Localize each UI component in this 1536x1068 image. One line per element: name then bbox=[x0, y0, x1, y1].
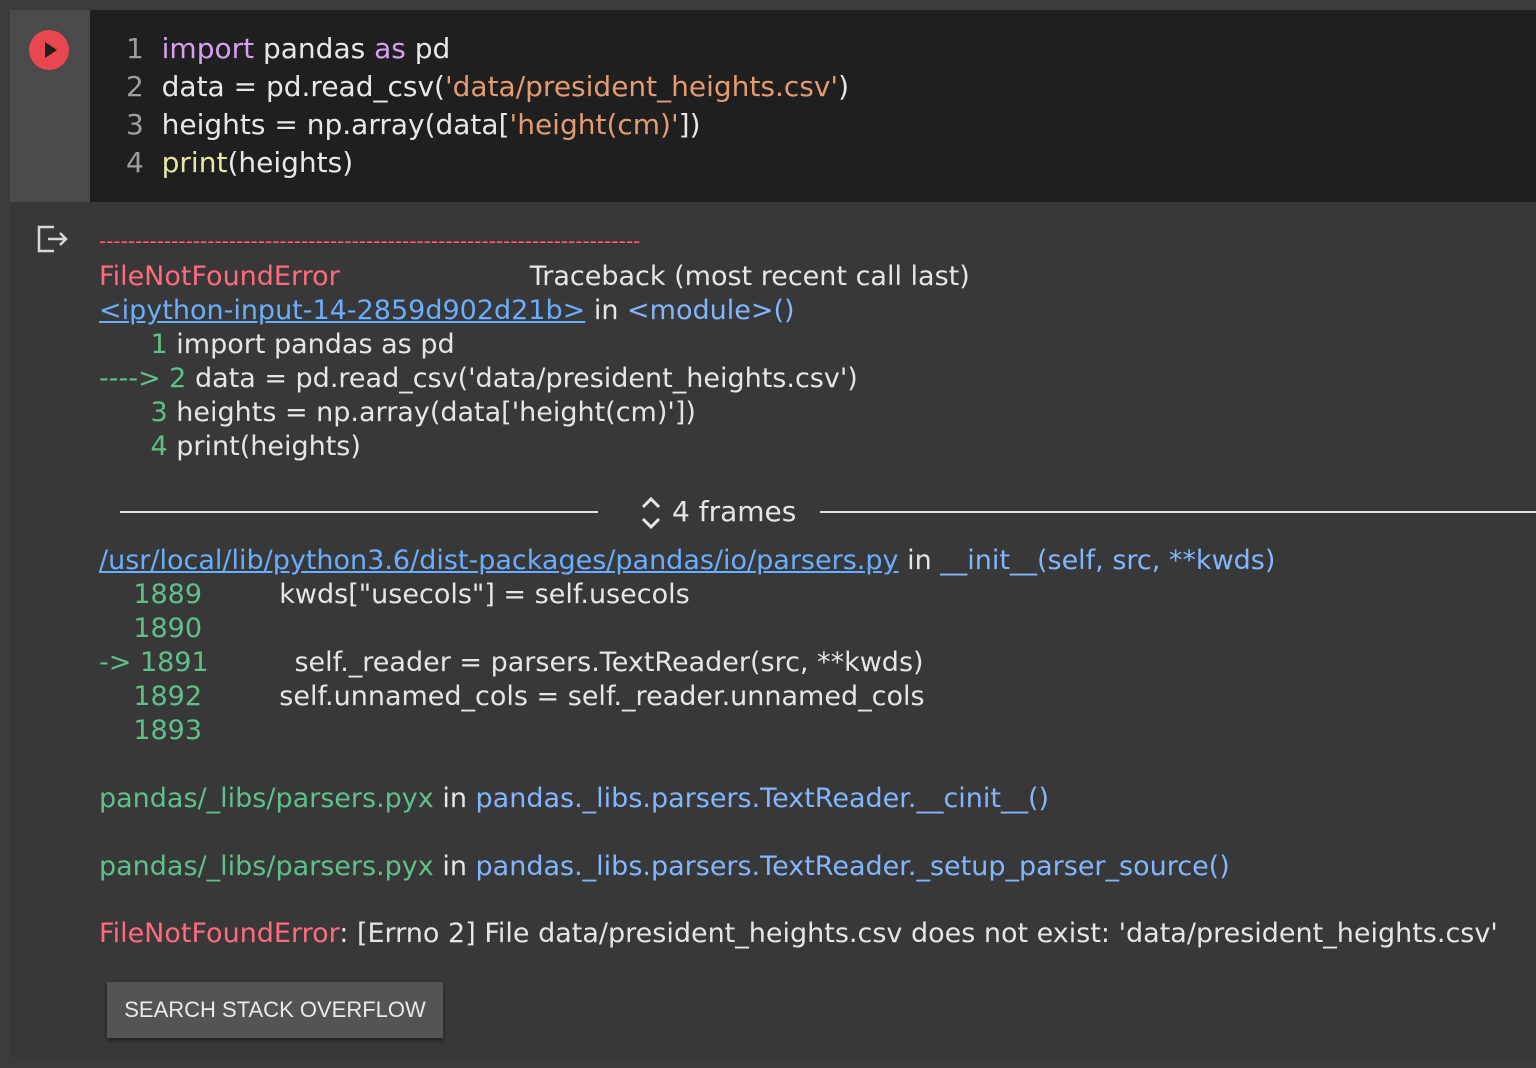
in-word: in bbox=[433, 783, 476, 814]
traceback-title: Traceback (most recent call last) bbox=[529, 261, 970, 292]
line-prefix: 1 bbox=[99, 329, 177, 360]
cell-gutter bbox=[10, 10, 90, 202]
pyx-frame-2: pandas/_libs/parsers.pyx in pandas._libs… bbox=[99, 850, 1230, 884]
pyx-function: pandas._libs.parsers.TextReader.__cinit_… bbox=[475, 783, 1050, 814]
line-prefix: 1893 bbox=[99, 715, 211, 746]
pyx-file: pandas/_libs/parsers.pyx bbox=[99, 851, 434, 882]
output-clear-icon[interactable] bbox=[36, 224, 70, 254]
frame-function: __init__(self, src, **kwds) bbox=[940, 545, 1276, 576]
code-text: ]) bbox=[678, 108, 701, 141]
code-text: (heights) bbox=[227, 146, 354, 179]
run-cell-button[interactable] bbox=[29, 30, 69, 70]
context-line-1: 1 import pandas as pd bbox=[99, 328, 455, 362]
pyx-file: pandas/_libs/parsers.pyx bbox=[99, 783, 434, 814]
error-type: FileNotFoundError bbox=[99, 261, 340, 292]
play-icon bbox=[45, 42, 57, 58]
context-line-2: ----> 2 data = pd.read_csv('data/preside… bbox=[99, 362, 858, 396]
final-error-type: FileNotFoundError bbox=[99, 918, 340, 949]
unfold-icon bbox=[641, 496, 661, 530]
function-name: print bbox=[161, 146, 228, 179]
line-prefix: 3 bbox=[99, 397, 177, 428]
context-line-4: 4 print(heights) bbox=[99, 430, 361, 464]
code-line-3: 3 heights = np.array(data['height(cm)']) bbox=[126, 106, 701, 144]
traceback-separator: ----------------------------------------… bbox=[99, 229, 641, 253]
frames-label: 4 frames bbox=[672, 495, 797, 528]
ipython-input-link[interactable]: <ipython-input-14-2859d902d21b> bbox=[99, 295, 585, 326]
in-word: in bbox=[898, 545, 941, 576]
line-prefix: 1892 bbox=[99, 681, 211, 712]
code-text: pandas bbox=[254, 32, 375, 65]
context-line-3: 3 heights = np.array(data['height(cm)']) bbox=[99, 396, 696, 430]
string-literal: 'data/president_heights.csv' bbox=[444, 70, 839, 103]
keyword: import bbox=[161, 32, 255, 65]
frame-line-1890: 1890 bbox=[99, 612, 211, 646]
frame-code: self._reader = parsers.TextReader(src, *… bbox=[217, 647, 924, 678]
frame-line-1892: 1892 self.unnamed_cols = self._reader.un… bbox=[99, 680, 925, 714]
pyx-frame-1: pandas/_libs/parsers.pyx in pandas._libs… bbox=[99, 782, 1049, 816]
frame-location: /usr/local/lib/python3.6/dist-packages/p… bbox=[99, 544, 1275, 578]
context-code: print(heights) bbox=[176, 431, 361, 462]
line-prefix: -> 1891 bbox=[99, 647, 218, 678]
cell-output: ----------------------------------------… bbox=[10, 202, 1536, 1058]
code-line-1: 1 import pandas as pd bbox=[126, 30, 450, 68]
keyword: as bbox=[374, 32, 406, 65]
traceback-location: <ipython-input-14-2859d902d21b> in <modu… bbox=[99, 294, 795, 328]
frames-divider: 4 frames bbox=[120, 492, 1536, 532]
line-prefix: 1889 bbox=[99, 579, 211, 610]
code-text: ) bbox=[838, 70, 850, 103]
line-number: 2 bbox=[126, 70, 144, 103]
code-line-2: 2 data = pd.read_csv('data/president_hei… bbox=[126, 68, 849, 106]
context-code: data = pd.read_csv('data/president_heigh… bbox=[194, 363, 858, 394]
string-literal: 'height(cm)' bbox=[509, 108, 679, 141]
line-prefix: 1890 bbox=[99, 613, 211, 644]
in-word: in bbox=[433, 851, 476, 882]
code-cell: 1 import pandas as pd 2 data = pd.read_c… bbox=[10, 10, 1536, 1058]
frame-line-1893: 1893 bbox=[99, 714, 211, 748]
search-stack-overflow-button[interactable]: SEARCH STACK OVERFLOW bbox=[107, 982, 443, 1038]
code-text: pd bbox=[405, 32, 451, 65]
frame-code: kwds["usecols"] = self.usecols bbox=[210, 579, 690, 610]
frame-line-1891: -> 1891 self._reader = parsers.TextReade… bbox=[99, 646, 924, 680]
context-code: heights = np.array(data['height(cm)']) bbox=[176, 397, 696, 428]
line-number: 1 bbox=[126, 32, 144, 65]
code-line-4: 4 print(heights) bbox=[126, 144, 353, 182]
final-error-message: : [Errno 2] File data/president_heights.… bbox=[339, 918, 1498, 949]
divider-line bbox=[120, 511, 598, 513]
divider-line bbox=[820, 511, 1536, 513]
frame-code: self.unnamed_cols = self._reader.unnamed… bbox=[210, 681, 925, 712]
code-text: heights = np.array(data[ bbox=[161, 108, 510, 141]
line-number: 4 bbox=[126, 146, 144, 179]
parsers-py-link[interactable]: /usr/local/lib/python3.6/dist-packages/p… bbox=[99, 545, 898, 576]
expand-frames-toggle[interactable]: 4 frames bbox=[640, 492, 796, 532]
line-prefix: 4 bbox=[99, 431, 177, 462]
context-code: import pandas as pd bbox=[176, 329, 455, 360]
frame-line-1889: 1889 kwds["usecols"] = self.usecols bbox=[99, 578, 690, 612]
final-error: FileNotFoundError: [Errno 2] File data/p… bbox=[99, 917, 1498, 951]
line-prefix: ----> 2 bbox=[99, 363, 195, 394]
line-number: 3 bbox=[126, 108, 144, 141]
traceback-header: FileNotFoundError Traceback (most recent … bbox=[99, 260, 970, 294]
code-editor[interactable]: 1 import pandas as pd 2 data = pd.read_c… bbox=[90, 10, 1536, 202]
pyx-function: pandas._libs.parsers.TextReader._setup_p… bbox=[475, 851, 1230, 882]
module-name: <module>() bbox=[627, 295, 795, 326]
in-word: in bbox=[585, 295, 628, 326]
code-text: data = pd.read_csv( bbox=[161, 70, 445, 103]
